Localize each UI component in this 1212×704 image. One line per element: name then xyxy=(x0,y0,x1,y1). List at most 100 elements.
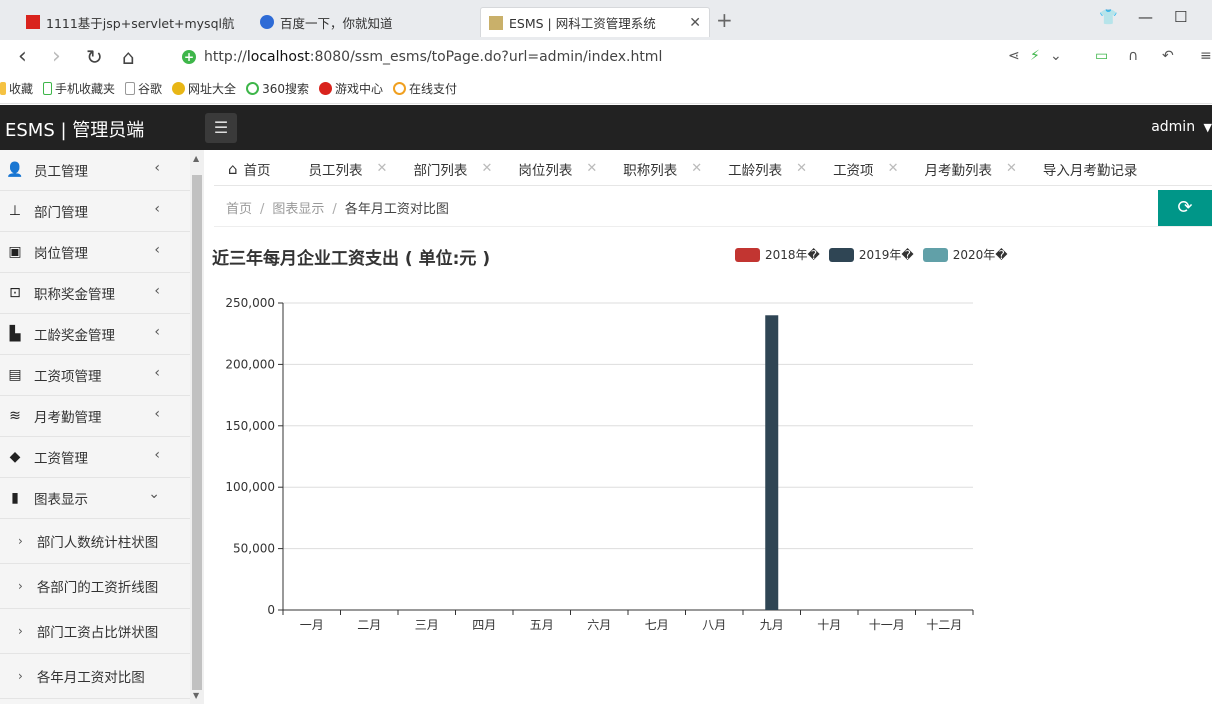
browser-tab-title: ESMS | 网科工资管理系统 xyxy=(509,16,656,31)
list-icon: ☰ xyxy=(213,118,229,137)
sidebar-item-attendance[interactable]: ≋ 月考勤管理 ‹ xyxy=(0,396,190,437)
y-tick-label: 100,000 xyxy=(225,480,275,494)
sidebar-item-charts[interactable]: ▮ 图表显示 ⌄ xyxy=(0,478,190,519)
salary-bar-chart: 0 50,000 100,000 150,000 200,000 250,000 一月 二月 三… xyxy=(225,296,974,632)
address-bar: ‹ › ↻ ⌂ + http://localhost:8080/ssm_esms… xyxy=(0,40,1212,74)
url-field[interactable]: + http://localhost:8080/ssm_esms/toPage.… xyxy=(182,46,662,68)
sidebar-item-salary[interactable]: ◆ 工资管理 ‹ xyxy=(0,437,190,478)
browser-tab-2[interactable]: 百度一下，你就知道 xyxy=(252,7,476,37)
browser-tab-3[interactable]: ESMS | 网科工资管理系统 ✕ xyxy=(480,7,710,37)
close-icon[interactable]: ✕ xyxy=(888,161,899,176)
close-icon[interactable]: ✕ xyxy=(377,161,388,176)
bar xyxy=(765,315,779,610)
maximize-icon[interactable]: ☐ xyxy=(1174,8,1187,26)
breadcrumb: 首页 / 图表显示 / 各年月工资对比图 xyxy=(226,202,449,217)
browser-tab-title: 1111基于jsp+servlet+mysql航 xyxy=(46,15,235,31)
bookmark-item[interactable]: 手机收藏夹 xyxy=(43,80,115,97)
scrollbar-thumb[interactable] xyxy=(192,175,202,690)
legend-item-2020[interactable]: 2020年� xyxy=(922,246,1008,263)
tab-salary-items[interactable]: 工资项 ✕ xyxy=(833,159,898,179)
bookmark-item[interactable]: 360搜索 xyxy=(246,80,309,97)
scroll-up-icon[interactable]: ▲ xyxy=(193,154,199,163)
browser-tab-1[interactable]: 1111基于jsp+servlet+mysql航 xyxy=(18,7,248,37)
book-icon: ▮ xyxy=(11,490,19,506)
share-icon[interactable]: ⋖ xyxy=(1008,48,1020,64)
briefcase-icon: ⊡ xyxy=(9,285,21,301)
bookmark-item[interactable]: 网址大全 xyxy=(172,80,236,97)
sidebar-item-departments[interactable]: ⊥ 部门管理 ‹ xyxy=(0,191,190,232)
sidebar-item-title-bonus[interactable]: ⊡ 职称奖金管理 ‹ xyxy=(0,273,190,314)
dropdown-icon[interactable]: ⌄ xyxy=(1050,48,1062,64)
undo-icon[interactable]: ↶ xyxy=(1162,48,1174,64)
url-host: localhost xyxy=(246,49,310,65)
sidebar-item-salary-items[interactable]: ▤ 工资项管理 ‹ xyxy=(0,355,190,396)
bookmark-item[interactable]: 谷歌 xyxy=(125,80,162,97)
speed-icon[interactable]: ⚡ xyxy=(1030,48,1040,64)
reload-icon[interactable]: ↻ xyxy=(86,44,103,70)
user-menu[interactable]: admin ▼ xyxy=(1151,119,1212,135)
sidebar: 👤 员工管理 ‹ ⊥ 部门管理 ‹ ▣ 岗位管理 ‹ ⊡ 职称奖金管理 ‹ ▙ 工龄奖金管理 ‹ ▤… xyxy=(0,150,190,704)
close-icon[interactable]: ✕ xyxy=(1006,161,1017,176)
tab-attendance-list[interactable]: 月考勤列表 ✕ xyxy=(924,159,1016,179)
scroll-down-icon[interactable]: ▼ xyxy=(193,691,199,700)
tab-position-list[interactable]: 岗位列表 ✕ xyxy=(518,159,597,179)
tab-title-list[interactable]: 职称列表 ✕ xyxy=(623,159,702,179)
baidu-paw-icon xyxy=(260,15,274,29)
menu-toggle-button[interactable]: ☰ xyxy=(205,113,237,143)
chevron-left-icon: ‹ xyxy=(154,283,160,299)
chevron-left-icon: ‹ xyxy=(154,406,160,422)
id-card-icon: ▣ xyxy=(8,244,22,260)
browser-tab-title: 百度一下，你就知道 xyxy=(280,15,393,31)
tab-department-list[interactable]: 部门列表 ✕ xyxy=(413,159,492,179)
close-icon[interactable]: ✕ xyxy=(586,161,597,176)
sidebar-subitem[interactable]: › 部门工资占比饼状图 xyxy=(0,609,190,654)
close-icon[interactable]: ✕ xyxy=(691,161,702,176)
sidebar-scrollbar[interactable]: ▲ ▼ xyxy=(190,150,204,704)
close-icon[interactable]: ✕ xyxy=(796,161,807,176)
tab-home[interactable]: ⌂ 首页 xyxy=(228,159,271,179)
headphones-icon[interactable]: ∩ xyxy=(1128,48,1138,64)
x-tick-label: 三月 xyxy=(415,618,439,632)
chevron-left-icon: ‹ xyxy=(154,201,160,217)
y-tick-label: 0 xyxy=(267,603,275,617)
breadcrumb-current: 各年月工资对比图 xyxy=(344,202,449,217)
bookmark-item[interactable]: 在线支付 xyxy=(392,80,457,97)
legend-item-2018[interactable]: 2018年� xyxy=(735,246,820,263)
breadcrumb-section[interactable]: 图表显示 xyxy=(272,202,324,217)
bookmark-item[interactable]: 收藏 xyxy=(0,80,33,97)
page-icon xyxy=(125,82,136,95)
skin-icon[interactable]: 👕 xyxy=(1099,8,1118,26)
minimize-icon[interactable]: — xyxy=(1138,8,1153,26)
sidebar-item-positions[interactable]: ▣ 岗位管理 ‹ xyxy=(0,232,190,273)
sidebar-subitem[interactable]: › 部门人数统计柱状图 xyxy=(0,519,190,564)
forward-icon[interactable]: › xyxy=(52,44,61,70)
home-icon[interactable]: ⌂ xyxy=(122,44,135,70)
secure-shield-icon: + xyxy=(182,50,196,64)
x-tick-label: 二月 xyxy=(357,618,381,632)
tab-seniority-list[interactable]: 工龄列表 ✕ xyxy=(728,159,807,179)
chevron-left-icon: ‹ xyxy=(154,324,160,340)
sidebar-item-seniority-bonus[interactable]: ▙ 工龄奖金管理 ‹ xyxy=(0,314,190,355)
legend-item-2019[interactable]: 2019年� xyxy=(828,246,914,263)
close-tab-icon[interactable]: ✕ xyxy=(681,15,701,31)
x-tick-label: 六月 xyxy=(587,618,611,632)
sidebar-subitem[interactable]: › 各部门的工资折线图 xyxy=(0,564,190,609)
chevron-left-icon: ‹ xyxy=(154,447,160,463)
new-tab-icon[interactable]: + xyxy=(716,8,733,32)
user-name: admin xyxy=(1151,119,1196,135)
close-icon[interactable]: ✕ xyxy=(481,161,492,176)
tab-employee-list[interactable]: 员工列表 ✕ xyxy=(309,159,388,179)
sidebar-item-employees[interactable]: 👤 员工管理 ‹ xyxy=(0,150,190,191)
chevron-left-icon: ‹ xyxy=(154,160,160,176)
refresh-icon: ⟳ xyxy=(1177,197,1193,218)
menu-icon[interactable]: ≡ xyxy=(1200,48,1212,64)
breadcrumb-home[interactable]: 首页 xyxy=(226,202,252,217)
chart-title: 近三年每月企业工资支出 ( 单位:元 ) xyxy=(212,249,491,269)
refresh-button[interactable]: ⟳ xyxy=(1158,190,1212,226)
y-tick-label: 200,000 xyxy=(225,357,275,371)
back-icon[interactable]: ‹ xyxy=(18,44,27,70)
sidebar-subitem[interactable]: › 各年月工资对比图 xyxy=(0,654,190,699)
tab-import-attendance[interactable]: 导入月考勤记录 xyxy=(1043,159,1138,179)
bookmark-item[interactable]: 游戏中心 xyxy=(318,80,383,97)
battery-icon[interactable]: ▭ xyxy=(1095,48,1108,64)
